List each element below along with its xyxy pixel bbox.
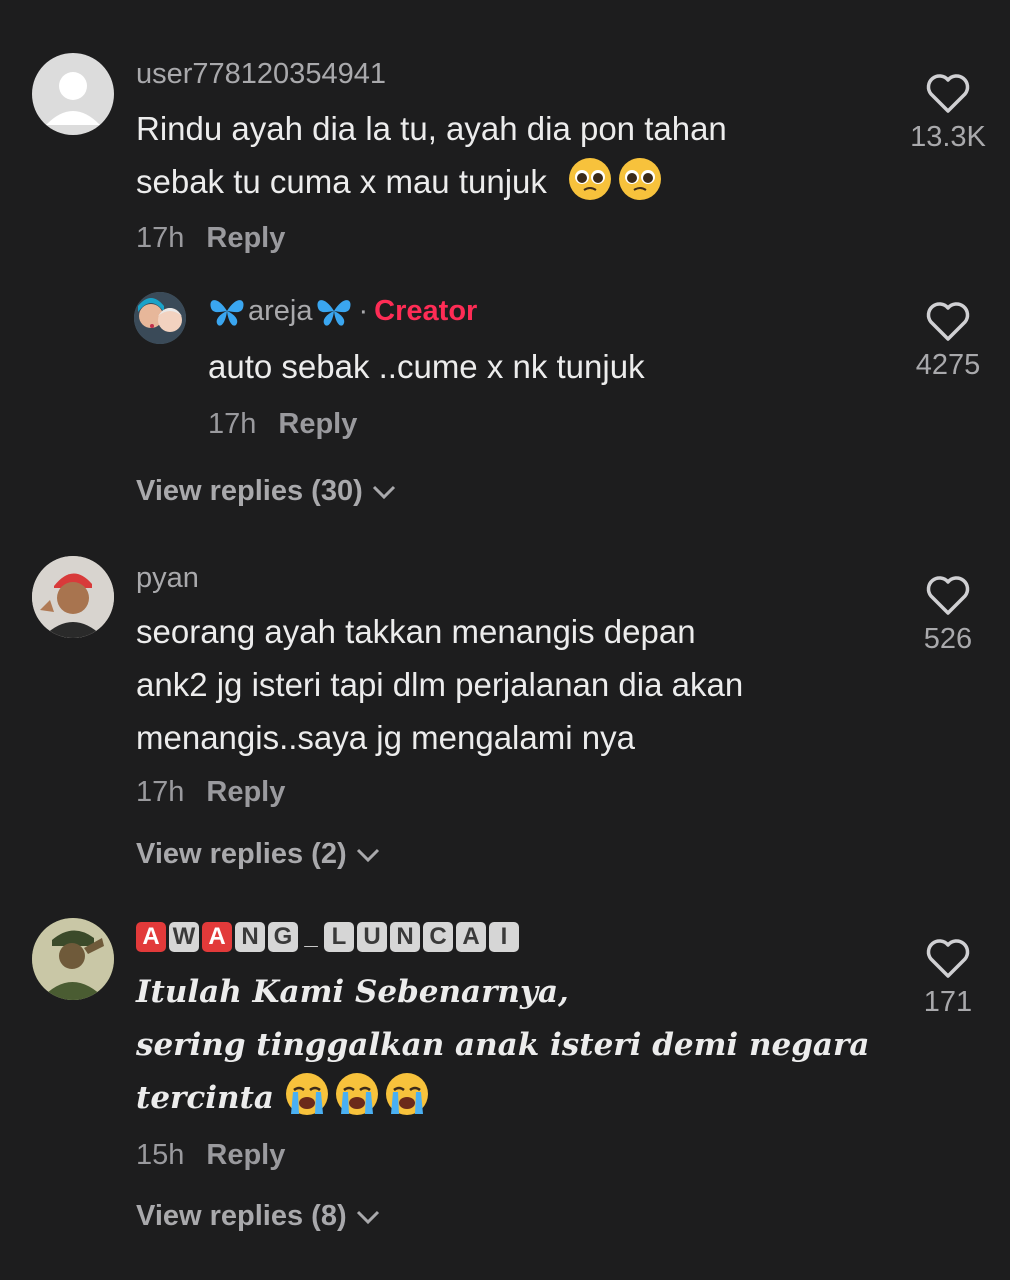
avatar-pyan[interactable]: [32, 556, 114, 638]
username-letter-badge: A: [456, 922, 486, 952]
username-letter-badge: C: [423, 922, 453, 952]
reply-button[interactable]: Reply: [206, 1139, 285, 1171]
comment-username[interactable]: user778120354941: [136, 58, 386, 91]
reply-text: auto sebak ..cume x nk tunjuk: [208, 348, 645, 385]
creator-avatar-image: [134, 292, 186, 344]
comment-username[interactable]: pyan: [136, 562, 199, 595]
avatar-soldier[interactable]: [32, 918, 114, 1000]
default-avatar-icon: [46, 72, 100, 125]
reply-button[interactable]: Reply: [206, 222, 285, 254]
view-replies-button[interactable]: View replies (2): [136, 838, 381, 871]
username-letter-badge: G: [268, 922, 298, 952]
comment-meta: 15h Reply: [136, 1139, 285, 1172]
view-replies-button[interactable]: View replies (8): [136, 1200, 381, 1233]
username-letter-badge: N: [390, 922, 420, 952]
chevron-down-icon: [356, 849, 379, 863]
reply-button[interactable]: Reply: [278, 408, 357, 440]
username-letter-badge: _: [304, 923, 318, 950]
creator-label: Creator: [374, 294, 478, 327]
heart-outline-icon: [926, 939, 970, 978]
comment-text: Rindu ayah dia la tu, ayah dia pon tahan…: [136, 110, 727, 200]
crying-face-emoji: [385, 1073, 428, 1115]
username-letter-badge: U: [357, 922, 387, 952]
like-button[interactable]: 171: [888, 937, 1008, 1019]
reply-username[interactable]: areja: [248, 295, 313, 327]
comment-meta: 17h Reply: [136, 222, 285, 255]
comment-text: seorang ayah takkan menangis depan ank2 …: [136, 613, 744, 756]
pleading-face-emoji: [569, 158, 612, 200]
username-letter-badge: W: [169, 922, 199, 952]
like-count: 526: [923, 623, 973, 655]
butterfly-icon: [316, 300, 351, 326]
like-count: 171: [923, 986, 973, 1018]
username-letter-badge: A: [136, 922, 166, 952]
like-button[interactable]: 4275: [888, 300, 1008, 382]
like-button[interactable]: 526: [888, 574, 1008, 656]
crying-face-emoji: [335, 1073, 378, 1115]
heart-outline-icon: [926, 74, 970, 113]
comment-meta: 17h Reply: [136, 776, 285, 809]
view-replies-button[interactable]: View replies (30): [136, 475, 397, 508]
username-letter-badge: L: [324, 922, 354, 952]
like-count: 4275: [915, 349, 981, 381]
pyan-avatar-image: [32, 556, 114, 638]
username-letter-badge: N: [235, 922, 265, 952]
reply-meta: 17h Reply: [208, 408, 357, 441]
reply-username-row: areja · Creator: [208, 294, 477, 328]
pleading-face-emoji: [619, 158, 662, 200]
chevron-down-icon: [356, 1211, 379, 1225]
heart-outline-icon: [926, 576, 970, 615]
chevron-down-icon: [372, 486, 395, 500]
avatar-creator[interactable]: [134, 292, 186, 344]
comment-username[interactable]: A W A N G _ L U N C A I: [136, 922, 522, 954]
separator-dot: ·: [358, 294, 369, 327]
reply-button[interactable]: Reply: [206, 776, 285, 808]
comment-text: Itulah Kami Sebenarnya, sering tinggalka…: [136, 974, 870, 1116]
reply-time: 17h: [208, 408, 257, 440]
like-button[interactable]: 13.3K: [888, 72, 1008, 154]
avatar-default[interactable]: [32, 53, 114, 135]
heart-outline-icon: [926, 302, 970, 341]
comment-time: 17h: [136, 776, 185, 808]
comment-time: 17h: [136, 222, 185, 254]
butterfly-icon: [210, 300, 244, 326]
username-letter-badge: A: [202, 922, 232, 952]
crying-face-emoji: [285, 1073, 328, 1115]
comment-time: 15h: [136, 1139, 185, 1171]
like-count: 13.3K: [910, 121, 986, 153]
soldier-avatar-image: [32, 918, 114, 1000]
username-letter-badge: I: [489, 922, 519, 952]
